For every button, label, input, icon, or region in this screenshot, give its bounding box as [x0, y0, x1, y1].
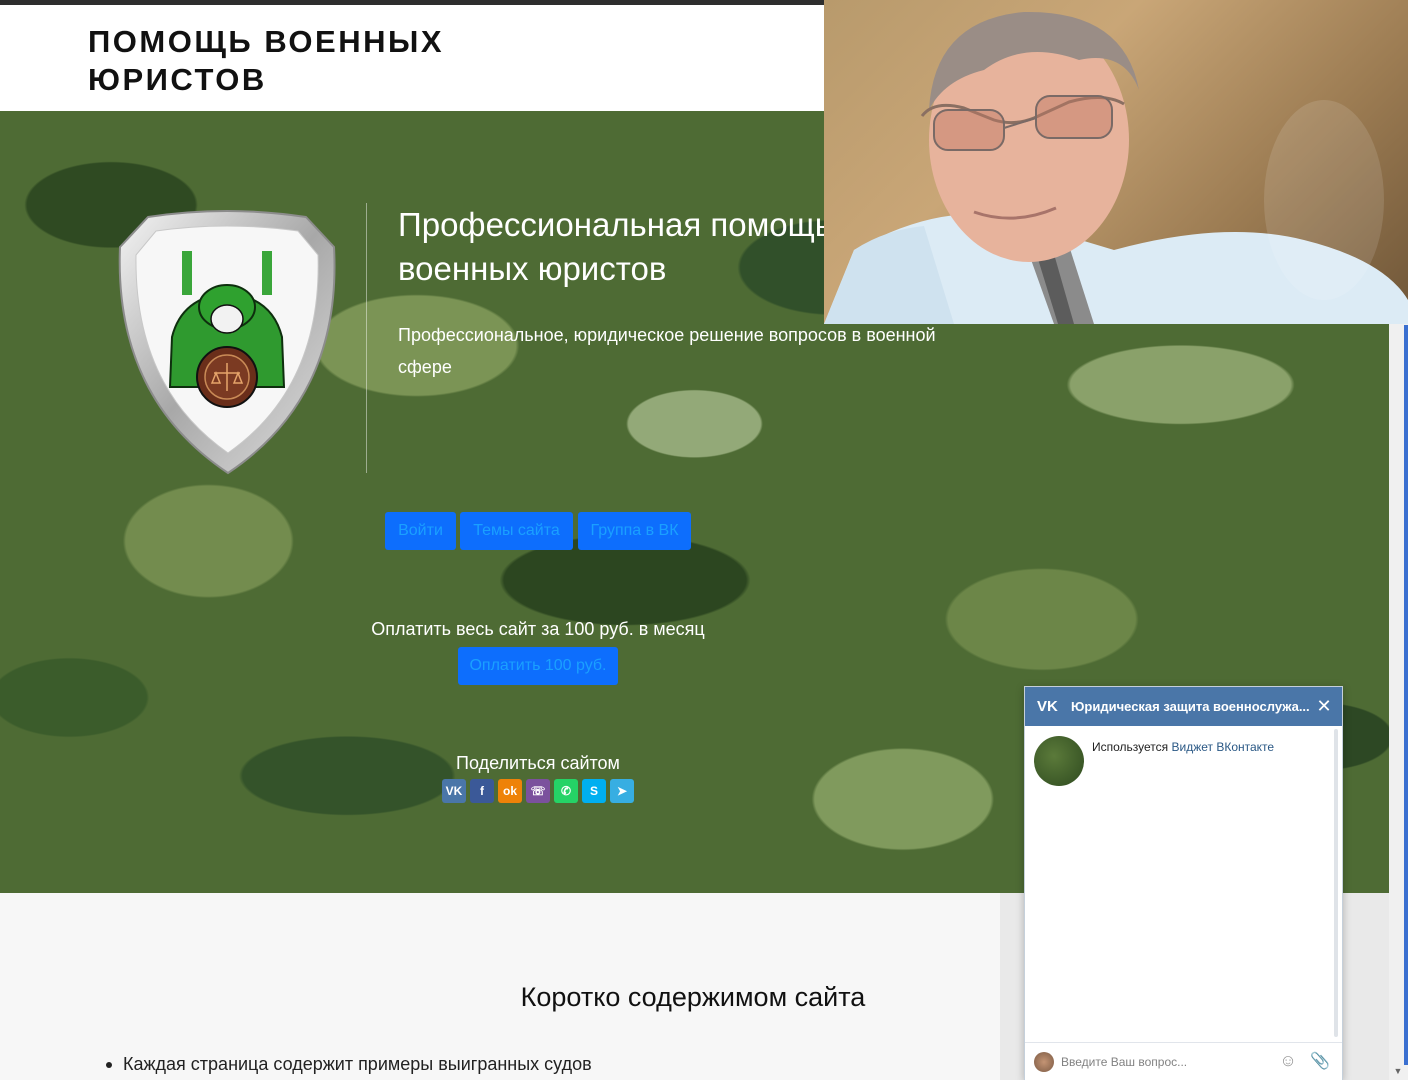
webcam-overlay: [824, 0, 1408, 324]
viber-icon[interactable]: ☏: [526, 779, 550, 803]
odnoklassniki-icon[interactable]: ok: [498, 779, 522, 803]
attach-icon[interactable]: 📎: [1310, 1051, 1330, 1071]
scroll-down-arrow-icon[interactable]: ▼: [1391, 1066, 1405, 1078]
vk-icon[interactable]: VK: [442, 779, 466, 803]
vk-widget-scrollbar[interactable]: [1334, 729, 1338, 1037]
user-avatar: [1034, 1052, 1054, 1072]
vk-widget-title[interactable]: Юридическая защита военнослужа...: [1071, 699, 1311, 714]
pay-button[interactable]: Оплатить 100 руб.: [458, 647, 618, 685]
payment-text: Оплатить весь сайт за 100 руб. в месяц: [371, 619, 705, 639]
page-scrollbar-thumb[interactable]: [1404, 325, 1408, 1065]
vk-widget-link[interactable]: Виджет ВКонтакте: [1172, 740, 1275, 754]
hero-divider: [366, 203, 367, 473]
login-button[interactable]: Войти: [385, 512, 456, 550]
whatsapp-icon[interactable]: ✆: [554, 779, 578, 803]
vk-widget-message: Используется Виджет ВКонтакте: [1092, 740, 1332, 754]
facebook-icon[interactable]: f: [470, 779, 494, 803]
vk-logo-icon: VK: [1037, 698, 1058, 715]
share-buttons: VK f ok ☏ ✆ S ➤: [442, 779, 634, 803]
list-item: Каждая страница содержит примеры выигран…: [106, 1054, 806, 1075]
bullet-icon: [106, 1062, 112, 1069]
vk-widget-header: VK Юридическая защита военнослужа... ✕: [1025, 687, 1342, 726]
list-item-text: Каждая страница содержит примеры выигран…: [123, 1054, 592, 1074]
avatar[interactable]: [1034, 736, 1084, 786]
question-input[interactable]: [1061, 1051, 1271, 1073]
site-topics-button[interactable]: Темы сайта: [460, 512, 573, 550]
vk-chat-widget: VK Юридическая защита военнослужа... ✕ И…: [1024, 686, 1343, 1080]
shield-emblem-icon: [118, 210, 336, 475]
emoji-icon[interactable]: ☺: [1278, 1051, 1298, 1071]
share-label: Поделиться сайтом: [456, 753, 620, 773]
hero-subtitle: Профессиональное, юридическое решение во…: [398, 325, 936, 377]
webcam-person-image: [824, 11, 1408, 324]
vk-message-prefix: Используется: [1092, 740, 1172, 754]
vk-input-bar: ☺ 📎: [1025, 1042, 1342, 1080]
telegram-icon[interactable]: ➤: [610, 779, 634, 803]
site-title[interactable]: ПОМОЩЬ ВОЕННЫХ ЮРИСТОВ: [88, 23, 508, 99]
close-icon[interactable]: ✕: [1315, 696, 1333, 716]
vk-group-button[interactable]: Группа в ВК: [578, 512, 691, 550]
skype-icon[interactable]: S: [582, 779, 606, 803]
content-title: Коротко содержимом сайта: [520, 982, 866, 1012]
